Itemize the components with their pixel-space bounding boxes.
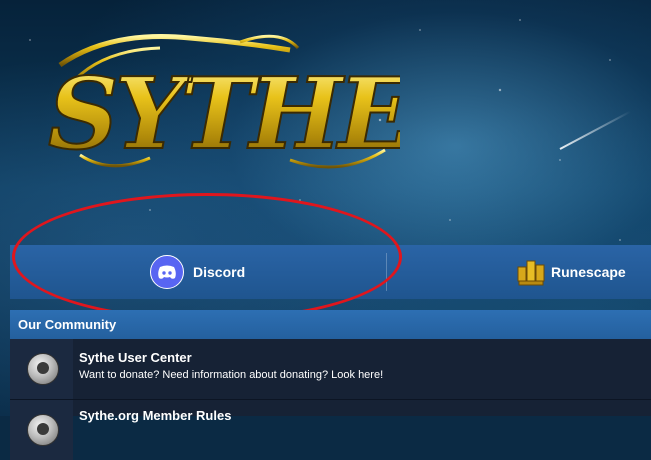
forum-icon — [27, 353, 59, 385]
forum-description: Want to donate? Need information about d… — [79, 369, 384, 381]
nav-runescape-link[interactable]: Runescape — [516, 245, 626, 299]
nav-discord-label: Discord — [193, 264, 246, 280]
forum-icon-cell — [10, 400, 73, 460]
runescape-icon — [516, 257, 546, 287]
sythe-logo[interactable]: SYTHE — [40, 30, 419, 180]
logo-text: SYTHE — [48, 57, 400, 172]
nav-discord-link[interactable]: Discord — [150, 245, 245, 299]
nav-divider — [386, 253, 387, 291]
sythe-logo-graphic: SYTHE — [47, 34, 419, 173]
forum-list: Sythe User Center Want to donate? Need i… — [10, 339, 651, 460]
community-header-label: Our Community — [18, 317, 117, 332]
community-section-header: Our Community — [10, 310, 651, 339]
forum-icon — [27, 414, 59, 446]
nav-runescape-label: Runescape — [551, 264, 626, 280]
forum-title[interactable]: Sythe User Center — [79, 350, 192, 365]
forum-icon-cell — [10, 339, 73, 399]
forum-row[interactable]: Sythe User Center Want to donate? Need i… — [10, 339, 651, 400]
forum-row[interactable]: Sythe.org Member Rules — [10, 400, 651, 460]
top-navbar: Discord Runescape — [10, 245, 651, 299]
discord-icon — [150, 255, 184, 289]
